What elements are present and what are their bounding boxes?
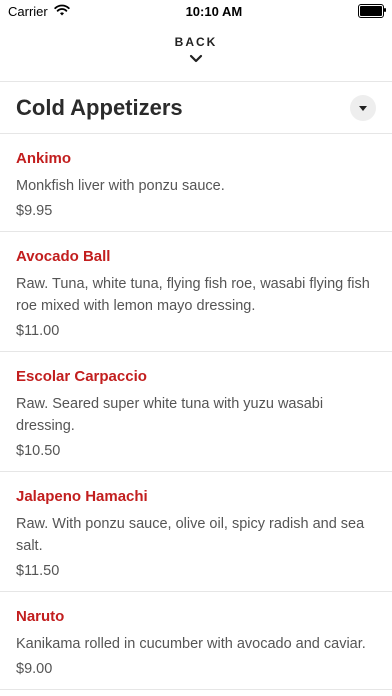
battery-icon [358,4,386,18]
menu-item-price: $11.50 [16,563,60,579]
section-title: Cold Appetizers [16,94,183,120]
menu-item-price: $9.95 [16,203,53,219]
menu-item-description: Raw. With ponzu sauce, olive oil, spicy … [16,516,365,554]
menu-item[interactable]: Avocado Ball Raw. Tuna, white tuna, flyi… [0,232,392,352]
back-label: BACK [174,34,218,49]
status-time: 10:10 AM [185,3,243,19]
chevron-down-icon [189,51,203,69]
menu-item[interactable]: Naruto Kanikama rolled in cucumber with … [0,592,392,690]
dropdown-caret-icon [359,99,367,117]
wifi-icon [54,4,70,19]
menu-item-name: Naruto [16,608,65,625]
menu-item-description: Raw. Seared super white tuna with yuzu w… [16,396,324,434]
menu-item-name: Ankimo [16,150,72,167]
menu-item[interactable]: Jalapeno Hamachi Raw. With ponzu sauce, … [0,472,392,592]
section-header: Cold Appetizers [0,82,392,134]
menu-item-name: Jalapeno Hamachi [16,488,148,505]
menu-item[interactable]: Escolar Carpaccio Raw. Seared super whit… [0,352,392,472]
status-left: Carrier [8,4,70,19]
status-bar: Carrier 10:10 AM [0,0,392,22]
menu-item-description: Monkfish liver with ponzu sauce. [16,178,225,194]
menu-item-price: $10.50 [16,443,61,459]
category-dropdown-button[interactable] [350,94,376,121]
menu-item[interactable]: Ankimo Monkfish liver with ponzu sauce. … [0,134,392,232]
menu-item-name: Avocado Ball [16,248,111,265]
status-right [358,4,386,18]
back-button[interactable]: BACK [0,22,392,82]
menu-item-price: $11.00 [16,323,60,339]
menu-item-price: $9.00 [16,661,53,677]
menu-item-description: Kanikama rolled in cucumber with avocado… [16,636,366,652]
menu-item-list: Ankimo Monkfish liver with ponzu sauce. … [0,134,392,690]
carrier-label: Carrier [8,3,48,19]
menu-item-description: Raw. Tuna, white tuna, flying fish roe, … [16,276,370,314]
battery-fill [360,6,382,16]
menu-item-name: Escolar Carpaccio [16,368,147,385]
